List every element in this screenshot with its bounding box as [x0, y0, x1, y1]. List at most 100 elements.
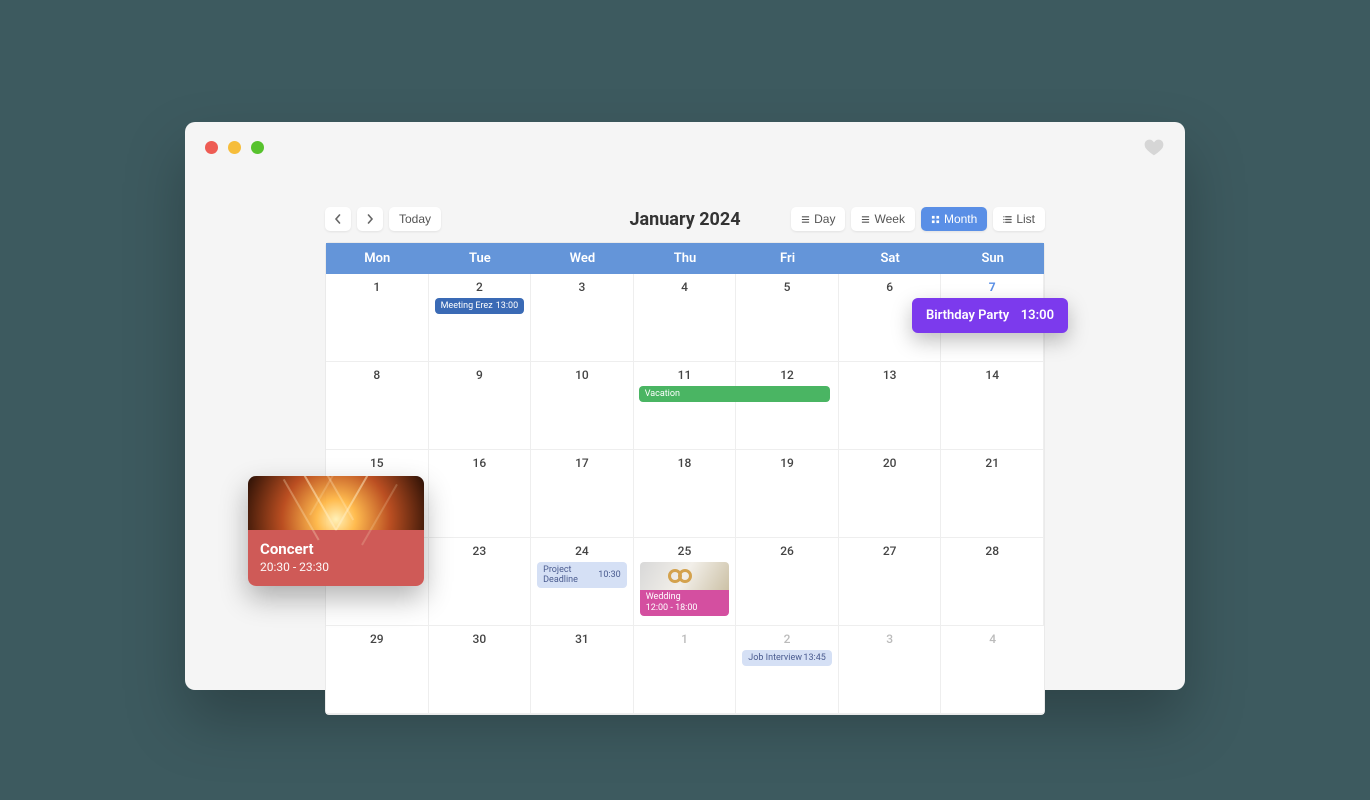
- list-lines-icon: [801, 215, 810, 224]
- event-wedding[interactable]: Wedding 12:00 - 18:00: [640, 590, 730, 616]
- day-cell[interactable]: 16: [429, 450, 532, 538]
- event-title: Birthday Party: [926, 308, 1009, 323]
- day-cell[interactable]: 29: [326, 626, 429, 714]
- day-number: 23: [435, 544, 525, 558]
- day-cell[interactable]: 17: [531, 450, 634, 538]
- day-cell[interactable]: 3: [531, 274, 634, 362]
- day-cell[interactable]: 12: [736, 362, 839, 450]
- month-grid: 1 2 Meeting Erez 13:00 3 4 5 6 7 8 9 10 …: [326, 274, 1044, 714]
- day-cell[interactable]: 1: [326, 274, 429, 362]
- day-cell[interactable]: 14: [941, 362, 1044, 450]
- event-interview[interactable]: Job Interview 13:45: [742, 650, 832, 666]
- view-list-button[interactable]: List: [993, 207, 1045, 231]
- day-number: 5: [742, 280, 832, 294]
- event-time: 12:00 - 18:00: [646, 603, 724, 614]
- view-label: List: [1016, 212, 1035, 226]
- chevron-left-icon: [333, 214, 343, 224]
- day-number: 7: [947, 280, 1037, 294]
- view-day-button[interactable]: Day: [791, 207, 845, 231]
- day-number: 3: [537, 280, 627, 294]
- day-cell[interactable]: 27: [839, 538, 942, 626]
- dow-label: Sun: [941, 243, 1044, 274]
- day-cell[interactable]: 5: [736, 274, 839, 362]
- day-number: 12: [742, 368, 832, 382]
- day-number: 9: [435, 368, 525, 382]
- next-button[interactable]: [357, 207, 383, 231]
- day-cell[interactable]: 30: [429, 626, 532, 714]
- event-time: 13:45: [803, 653, 825, 663]
- day-number: 16: [435, 456, 525, 470]
- day-of-week-header: Mon Tue Wed Thu Fri Sat Sun: [326, 243, 1044, 274]
- day-cell[interactable]: 24 Project Deadline 10:30: [531, 538, 634, 626]
- prev-button[interactable]: [325, 207, 351, 231]
- ring-icon: [678, 569, 692, 583]
- day-number: 14: [947, 368, 1037, 382]
- day-cell[interactable]: 10: [531, 362, 634, 450]
- day-number: 1: [332, 280, 422, 294]
- day-cell[interactable]: 11 Vacation: [634, 362, 737, 450]
- view-week-button[interactable]: Week: [851, 207, 914, 231]
- day-number: 31: [537, 632, 627, 646]
- view-month-button[interactable]: Month: [921, 207, 987, 231]
- dow-label: Thu: [634, 243, 737, 274]
- event-meeting[interactable]: Meeting Erez 13:00: [435, 298, 525, 314]
- day-cell[interactable]: 20: [839, 450, 942, 538]
- close-icon[interactable]: [205, 141, 218, 154]
- dow-label: Fri: [736, 243, 839, 274]
- event-time: 10:30: [598, 570, 620, 580]
- day-cell[interactable]: 31: [531, 626, 634, 714]
- view-label: Month: [944, 212, 977, 226]
- event-card-birthday[interactable]: Birthday Party 13:00: [912, 298, 1068, 333]
- event-time: 13:00: [496, 301, 518, 311]
- list-lines-icon: [861, 215, 870, 224]
- day-cell[interactable]: 19: [736, 450, 839, 538]
- event-title: Concert: [260, 540, 412, 558]
- view-label: Week: [874, 212, 904, 226]
- view-label: Day: [814, 212, 835, 226]
- maximize-icon[interactable]: [251, 141, 264, 154]
- window-controls: [205, 141, 264, 154]
- day-number: 27: [845, 544, 935, 558]
- today-button[interactable]: Today: [389, 207, 441, 231]
- day-cell[interactable]: 9: [429, 362, 532, 450]
- calendar-toolbar: Today January 2024 Day Week Month List: [325, 195, 1045, 243]
- day-number: 13: [845, 368, 935, 382]
- day-number: 25: [640, 544, 730, 558]
- day-number: 4: [947, 632, 1038, 646]
- dow-label: Tue: [429, 243, 532, 274]
- day-cell[interactable]: 4: [941, 626, 1044, 714]
- day-cell[interactable]: 8: [326, 362, 429, 450]
- event-time: 13:00: [1021, 308, 1054, 323]
- day-number: 3: [845, 632, 935, 646]
- app-logo-icon: [1143, 136, 1165, 158]
- day-cell[interactable]: 25 Wedding 12:00 - 18:00: [634, 538, 737, 626]
- day-cell[interactable]: 28: [941, 538, 1044, 626]
- day-number: 24: [537, 544, 627, 558]
- day-cell[interactable]: 3: [839, 626, 942, 714]
- event-card-concert[interactable]: Concert 20:30 - 23:30: [248, 476, 424, 586]
- day-cell[interactable]: 21: [941, 450, 1044, 538]
- event-vacation[interactable]: Vacation: [639, 386, 830, 402]
- day-cell[interactable]: 1: [634, 626, 737, 714]
- day-cell[interactable]: 23: [429, 538, 532, 626]
- day-cell[interactable]: 4: [634, 274, 737, 362]
- concert-body: Concert 20:30 - 23:30: [248, 530, 424, 586]
- grid-icon: [931, 215, 940, 224]
- day-cell[interactable]: 2 Meeting Erez 13:00: [429, 274, 532, 362]
- event-wedding-photo[interactable]: [640, 562, 730, 590]
- day-cell[interactable]: 13: [839, 362, 942, 450]
- day-number: 1: [640, 632, 730, 646]
- day-cell[interactable]: 2 Job Interview 13:45: [736, 626, 839, 714]
- day-number: 2: [742, 632, 832, 646]
- event-title: Meeting Erez: [441, 301, 493, 311]
- day-cell[interactable]: 18: [634, 450, 737, 538]
- minimize-icon[interactable]: [228, 141, 241, 154]
- day-number: 15: [332, 456, 422, 470]
- day-number: 6: [845, 280, 935, 294]
- dow-label: Wed: [531, 243, 634, 274]
- nav-group: Today: [325, 207, 441, 231]
- day-number: 29: [332, 632, 422, 646]
- day-cell[interactable]: 26: [736, 538, 839, 626]
- event-deadline[interactable]: Project Deadline 10:30: [537, 562, 627, 588]
- day-number: 18: [640, 456, 730, 470]
